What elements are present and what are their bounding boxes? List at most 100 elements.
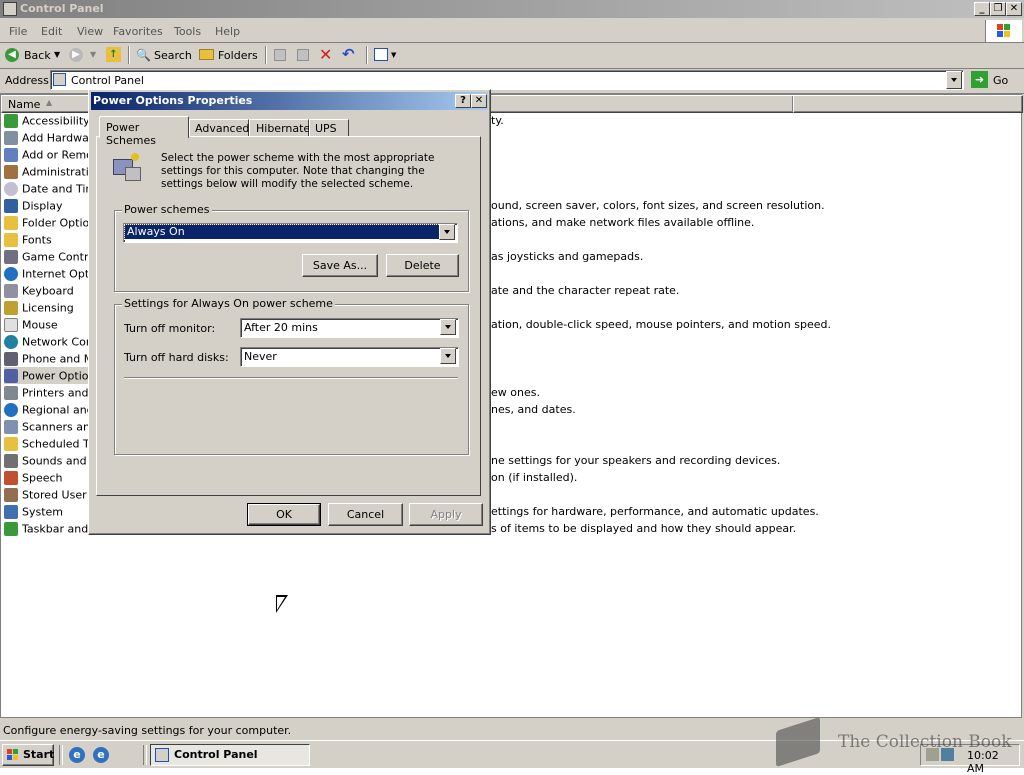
views-icon[interactable]: [374, 48, 388, 61]
list-item-speech[interactable]: Speech: [4, 469, 88, 486]
list-item-phone-modem[interactable]: Phone and Modem Options: [4, 350, 88, 367]
close-button[interactable]: ✕: [1006, 2, 1022, 16]
tab-hibernate[interactable]: Hibernate: [249, 119, 310, 137]
folder-icon: [4, 437, 18, 451]
list-item-scanners-cameras[interactable]: Scanners and Cameras: [4, 418, 88, 435]
title-bar[interactable]: Control Panel _ ❐ ✕: [0, 0, 1024, 18]
list-item-add-hardware[interactable]: Add Hardware: [4, 129, 88, 146]
desc-system: ettings for hardware, performance, and a…: [491, 505, 819, 518]
folders-icon[interactable]: [199, 49, 214, 60]
address-input[interactable]: Control Panel: [50, 70, 964, 90]
tab-advanced[interactable]: Advanced: [189, 119, 249, 137]
delete-button[interactable]: Delete: [386, 254, 459, 277]
list-item-internet-options[interactable]: Internet Options: [4, 265, 88, 282]
ie-quicklaunch-icon[interactable]: e: [69, 747, 85, 763]
list-item-administrative-tools[interactable]: Administrative Tools: [4, 163, 88, 180]
desc-accessibility: ty.: [491, 114, 504, 127]
minimize-button[interactable]: _: [974, 2, 990, 16]
menu-favorites[interactable]: Favorites: [113, 25, 163, 38]
list-item-accessibility[interactable]: Accessibility Options: [4, 112, 88, 129]
phone-icon: [4, 352, 18, 366]
cancel-button[interactable]: Cancel: [328, 503, 403, 526]
watermark: The Collection Book: [772, 716, 1012, 768]
taskbar-control-panel-button[interactable]: Control Panel: [150, 744, 310, 766]
clock-icon: [4, 182, 18, 196]
list-item-taskbar-start[interactable]: Taskbar and Start Menu: [4, 520, 88, 537]
accessibility-icon: [4, 114, 18, 128]
tab-power-schemes[interactable]: Power Schemes: [99, 116, 189, 147]
back-dropdown-icon[interactable]: ▼: [54, 50, 60, 59]
list-item-sounds-audio[interactable]: Sounds and Audio Devices: [4, 452, 88, 469]
go-icon[interactable]: ➜: [971, 71, 988, 88]
restore-button[interactable]: ❐: [990, 2, 1006, 16]
list-item-system[interactable]: System: [4, 503, 88, 520]
display-icon: [4, 199, 18, 213]
move-to-icon[interactable]: [274, 49, 286, 61]
tab-ups[interactable]: UPS: [309, 119, 349, 137]
dialog-title-bar[interactable]: Power Options Properties ? ✕: [91, 92, 488, 110]
folders-button-label[interactable]: Folders: [218, 49, 258, 62]
back-icon[interactable]: ◀: [5, 48, 19, 62]
speaker-icon: [4, 454, 18, 468]
hard-disks-label: Turn off hard disks:: [124, 351, 229, 364]
hard-disks-timeout-select[interactable]: Never: [240, 347, 459, 367]
search-button-label[interactable]: Search: [154, 49, 192, 62]
list-item-date-time[interactable]: Date and Time: [4, 180, 88, 197]
list-item-display[interactable]: Display: [4, 197, 88, 214]
start-button[interactable]: Start: [2, 744, 54, 766]
delete-icon[interactable]: ✕: [319, 45, 332, 64]
list-item-network-connections[interactable]: Network Connections: [4, 333, 88, 350]
undo-icon[interactable]: ↶: [342, 45, 355, 63]
list-item-fonts[interactable]: Fonts: [4, 231, 88, 248]
settings-divider: [124, 377, 458, 379]
column-name-label: Name: [8, 98, 41, 111]
hardware-icon: [4, 131, 18, 145]
copy-to-icon[interactable]: [297, 49, 309, 61]
power-scheme-dropdown-button[interactable]: [439, 224, 455, 240]
go-button-label[interactable]: Go: [993, 74, 1008, 87]
licensing-icon: [4, 301, 18, 315]
forward-dropdown-icon[interactable]: ▼: [90, 50, 96, 59]
desc-taskbar-start: s of items to be displayed and how they …: [491, 522, 797, 535]
list-item-regional-language[interactable]: Regional and Language Options: [4, 401, 88, 418]
up-folder-icon[interactable]: ↑: [106, 47, 121, 62]
help-button[interactable]: ?: [455, 94, 471, 108]
list-item-add-remove-programs[interactable]: Add or Remove Programs: [4, 146, 88, 163]
control-panel-icon: [155, 748, 169, 762]
power-schemes-label: Power schemes: [122, 203, 212, 216]
list-item-power-options[interactable]: Power Options: [4, 367, 88, 384]
list-item-mouse[interactable]: Mouse: [4, 316, 88, 333]
forward-icon[interactable]: ▶: [69, 48, 83, 62]
search-icon[interactable]: 🔍: [136, 48, 151, 62]
menu-edit[interactable]: Edit: [41, 25, 62, 38]
menu-tools[interactable]: Tools: [174, 25, 201, 38]
dialog-close-button[interactable]: ✕: [471, 94, 487, 108]
power-scheme-select[interactable]: Always On: [123, 223, 458, 243]
computer-icon: [4, 505, 18, 519]
address-dropdown-button[interactable]: [946, 71, 962, 89]
monitor-timeout-select[interactable]: After 20 mins: [240, 318, 459, 338]
hard-disks-dropdown-button[interactable]: [440, 348, 456, 364]
list-item-stored-user-names[interactable]: Stored User Names and Passwords: [4, 486, 88, 503]
desc-keyboard: ate and the character repeat rate.: [491, 284, 680, 297]
list-item-printers-faxes[interactable]: Printers and Faxes: [4, 384, 88, 401]
views-dropdown-icon[interactable]: ▼: [391, 51, 396, 59]
menu-file[interactable]: File: [9, 25, 27, 38]
menu-help[interactable]: Help: [215, 25, 240, 38]
list-item-game-controllers[interactable]: Game Controllers: [4, 248, 88, 265]
ok-button[interactable]: OK: [247, 503, 321, 526]
apply-button[interactable]: Apply: [409, 503, 483, 526]
power-scheme-icon: [111, 153, 141, 181]
menu-view[interactable]: View: [77, 25, 103, 38]
admin-tools-icon: [4, 165, 18, 179]
list-item-scheduled-tasks[interactable]: Scheduled Tasks: [4, 435, 88, 452]
list-item-keyboard[interactable]: Keyboard: [4, 282, 88, 299]
ie-quicklaunch-icon-2[interactable]: e: [93, 747, 109, 763]
desc-sounds-audio: ne settings for your speakers and record…: [491, 454, 781, 467]
window-title: Control Panel: [20, 2, 104, 15]
monitor-timeout-dropdown-button[interactable]: [440, 319, 456, 335]
back-button-label[interactable]: Back: [24, 49, 51, 62]
list-item-folder-options[interactable]: Folder Options: [4, 214, 88, 231]
save-as-button[interactable]: Save As...: [302, 254, 378, 277]
list-item-licensing[interactable]: Licensing: [4, 299, 88, 316]
